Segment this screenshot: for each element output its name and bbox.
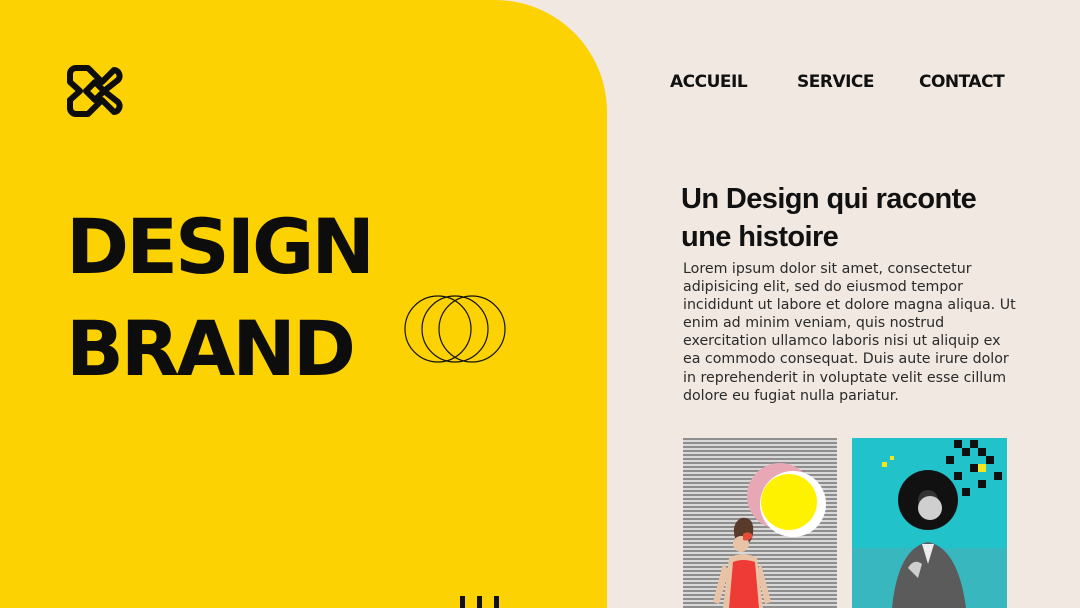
section-body: Lorem ipsum dolor sit amet, consectetur …: [683, 261, 1016, 404]
overlapping-circles-icon: [404, 295, 506, 363]
nav-accueil[interactable]: ACCUEIL: [670, 72, 748, 92]
bars-decoration-icon: [460, 596, 499, 608]
collage-man-vinyl-head-image: [852, 438, 1007, 608]
section-title: Un Design qui raconte une histoire: [681, 183, 977, 253]
nav-contact[interactable]: CONTACT: [919, 72, 1005, 92]
nav-service[interactable]: SERVICE: [797, 72, 875, 92]
hero-title-line2: BRAND: [66, 304, 356, 393]
hero-title: DESIGN BRAND: [66, 196, 375, 400]
knot-logo-icon[interactable]: [64, 60, 126, 122]
hero-title-line1: DESIGN: [66, 202, 375, 291]
collage-woman-swimsuit-image: [683, 438, 837, 608]
